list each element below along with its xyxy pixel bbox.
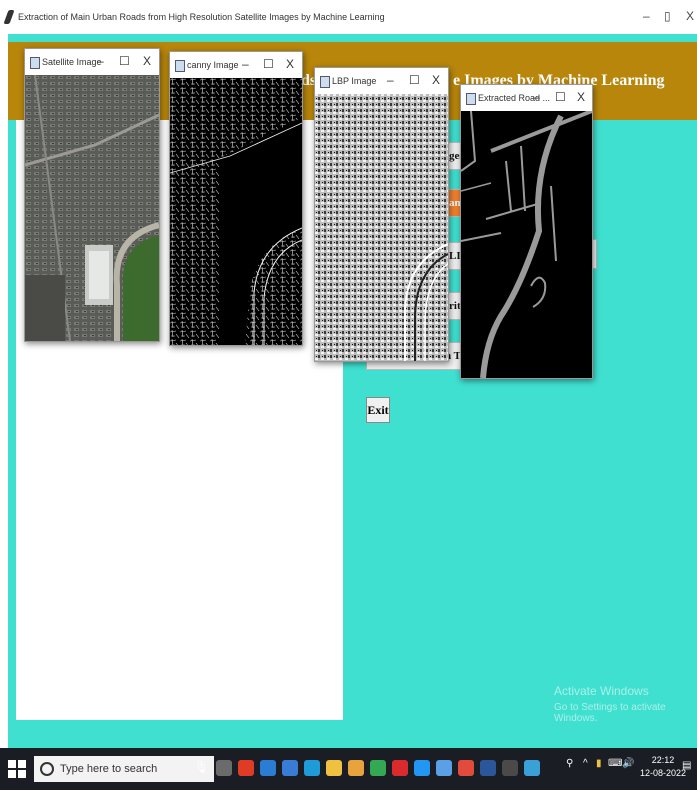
clock-time: 22:12 xyxy=(651,755,675,765)
canny-image xyxy=(170,78,302,345)
satellite-image xyxy=(25,75,159,341)
taskbar-app-icon[interactable] xyxy=(304,760,320,776)
taskbar-app-icon[interactable] xyxy=(458,760,474,776)
minimize-button[interactable]: – xyxy=(643,9,650,23)
app-title: Extraction of Main Urban Roads from High… xyxy=(18,12,385,22)
satellite-image-window[interactable]: Satellite Image – ☐ X xyxy=(24,48,160,342)
window-title: canny Image xyxy=(187,60,239,70)
search-placeholder: Type here to search xyxy=(60,763,158,775)
window-close-button[interactable]: X xyxy=(432,73,440,87)
window-minimize-button[interactable]: – xyxy=(387,73,394,87)
extracted-road-window[interactable]: Extracted Road ... – ☐ X xyxy=(460,84,593,379)
window-titlebar[interactable]: LBP Image – ☐ X xyxy=(315,68,448,94)
extracted-road-art xyxy=(461,111,592,378)
clock-date: 12-08-2022 xyxy=(640,768,687,778)
activate-windows-title: Activate Windows xyxy=(554,684,649,698)
window-titlebar[interactable]: canny Image – ☐ X xyxy=(170,52,302,78)
satellite-image-art xyxy=(25,75,159,341)
taskbar-app-icon[interactable] xyxy=(392,760,408,776)
app-titlebar: Extraction of Main Urban Roads from High… xyxy=(0,0,697,34)
people-icon[interactable]: ⚲ xyxy=(566,758,573,769)
window-maximize-button[interactable]: ☐ xyxy=(119,54,130,68)
window-minimize-button[interactable]: – xyxy=(533,90,540,104)
windows-logo-icon xyxy=(8,760,16,768)
window-icon xyxy=(320,76,330,88)
windows-taskbar: Type here to search 🎙 ⚲ ^ ▮ ⌨ 🔊 22:12 12… xyxy=(0,748,697,790)
taskbar-app-icon[interactable] xyxy=(260,760,276,776)
window-icon xyxy=(175,60,185,72)
window-icon xyxy=(30,57,40,69)
taskbar-app-icon[interactable] xyxy=(326,760,342,776)
activate-windows-subtitle: Go to Settings to activate Windows. xyxy=(554,702,666,724)
window-title: LBP Image xyxy=(332,76,377,86)
window-icon xyxy=(466,93,476,105)
window-title: Satellite Image xyxy=(42,57,102,67)
microphone-icon[interactable]: 🎙 xyxy=(194,760,209,774)
keyboard-icon[interactable]: ⌨ xyxy=(608,758,622,769)
window-titlebar[interactable]: Extracted Road ... – ☐ X xyxy=(461,85,592,111)
taskbar-app-icon[interactable] xyxy=(370,760,386,776)
taskbar-app-icon[interactable] xyxy=(414,760,430,776)
extracted-road-image xyxy=(461,111,592,378)
exit-button[interactable]: Exit xyxy=(366,397,390,423)
taskbar-app-icon[interactable] xyxy=(348,760,364,776)
window-close-button[interactable]: X xyxy=(286,57,294,71)
taskbar-clock[interactable]: 22:12 12-08-2022 xyxy=(640,754,686,780)
taskbar-app-icon[interactable] xyxy=(524,760,540,776)
notification-icon[interactable]: ▤ xyxy=(682,760,691,771)
volume-icon[interactable]: 🔊 xyxy=(622,758,634,769)
battery-icon[interactable]: ▮ xyxy=(596,758,602,769)
taskbar-app-icon[interactable] xyxy=(282,760,298,776)
taskbar-app-icon[interactable] xyxy=(502,760,518,776)
window-minimize-button[interactable]: – xyxy=(97,54,104,68)
window-maximize-button[interactable]: ☐ xyxy=(263,57,274,71)
cortana-icon xyxy=(40,762,54,776)
taskbar-app-icon[interactable] xyxy=(436,760,452,776)
start-button[interactable] xyxy=(8,760,26,778)
taskbar-app-icon[interactable] xyxy=(216,760,232,776)
maximize-button[interactable]: ▯ xyxy=(664,9,671,23)
window-maximize-button[interactable]: ☐ xyxy=(555,90,566,104)
taskbar-app-icon[interactable] xyxy=(480,760,496,776)
lbp-image xyxy=(315,94,448,361)
feather-icon xyxy=(3,10,15,24)
chevron-up-icon[interactable]: ^ xyxy=(583,758,588,769)
window-maximize-button[interactable]: ☐ xyxy=(409,73,420,87)
lbp-image-window[interactable]: LBP Image – ☐ X xyxy=(314,67,449,362)
window-titlebar[interactable]: Satellite Image – ☐ X xyxy=(25,49,159,75)
lbp-image-art xyxy=(315,94,448,361)
window-close-button[interactable]: X xyxy=(143,54,151,68)
canny-image-art xyxy=(170,78,302,345)
canny-image-window[interactable]: canny Image – ☐ X xyxy=(169,51,303,346)
close-button[interactable]: X xyxy=(686,9,694,23)
taskbar-search[interactable]: Type here to search xyxy=(34,756,214,782)
taskbar-app-icon[interactable] xyxy=(238,760,254,776)
window-close-button[interactable]: X xyxy=(577,90,585,104)
window-minimize-button[interactable]: – xyxy=(242,57,249,71)
